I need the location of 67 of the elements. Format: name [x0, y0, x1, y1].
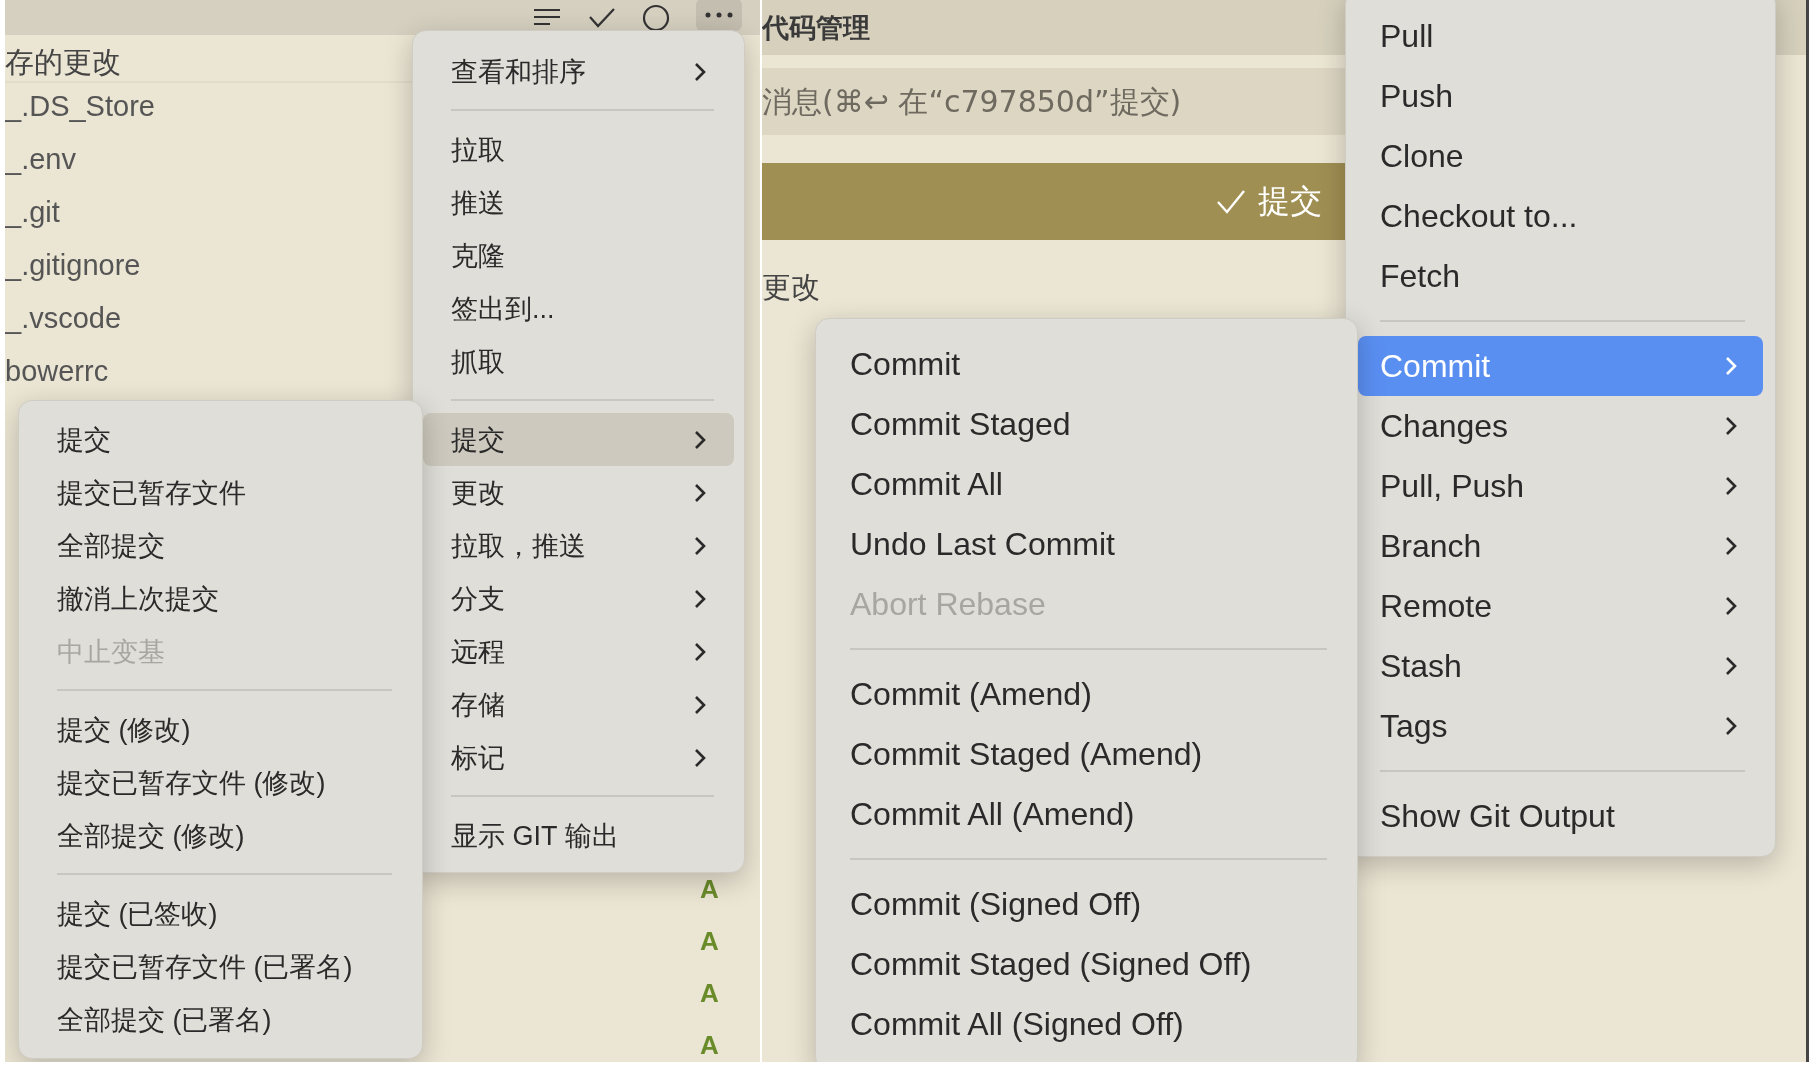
- menu-item[interactable]: Pull, Push: [1358, 456, 1763, 516]
- more-button[interactable]: [696, 0, 742, 31]
- menu-item[interactable]: Commit: [828, 334, 1345, 394]
- menu-item[interactable]: 拉取，推送: [423, 519, 734, 572]
- menu-item[interactable]: Commit All: [828, 454, 1345, 514]
- menu-item[interactable]: 拉取: [423, 123, 734, 176]
- menu-item[interactable]: Pull: [1358, 6, 1763, 66]
- menu-item[interactable]: 全部提交 (已署名): [29, 993, 412, 1046]
- chevron-right-icon: [694, 482, 706, 503]
- chevron-right-icon: [694, 535, 706, 556]
- menu-item[interactable]: 提交 (已签收): [29, 887, 412, 940]
- menu-item[interactable]: 提交已暂存文件 (已署名): [29, 940, 412, 993]
- menu-item[interactable]: 提交: [423, 413, 734, 466]
- more-icon: [704, 10, 734, 19]
- menu-item[interactable]: Commit Staged: [828, 394, 1345, 454]
- circle-icon[interactable]: [642, 3, 670, 32]
- menu-item[interactable]: 提交已暂存文件: [29, 466, 412, 519]
- section-title: 更改: [762, 270, 820, 305]
- chevron-right-icon: [694, 588, 706, 609]
- menu-item[interactable]: Commit (Amend): [828, 664, 1345, 724]
- menu-item[interactable]: 全部提交 (修改): [29, 809, 412, 862]
- menu-item[interactable]: 远程: [423, 625, 734, 678]
- chevron-right-icon: [694, 429, 706, 450]
- menu-item[interactable]: Commit All (Amend): [828, 784, 1345, 844]
- menu-item[interactable]: Commit (Signed Off): [828, 874, 1345, 934]
- chevron-right-icon: [1725, 596, 1737, 616]
- chevron-right-icon: [1725, 356, 1737, 376]
- menu-item[interactable]: Undo Last Commit: [828, 514, 1345, 574]
- chevron-right-icon: [1725, 536, 1737, 556]
- menu-item[interactable]: 推送: [423, 176, 734, 229]
- menu-item[interactable]: 抓取: [423, 335, 734, 388]
- menu-item[interactable]: Show Git Output: [1358, 786, 1763, 846]
- check-icon[interactable]: [588, 6, 616, 29]
- chevron-right-icon: [1725, 416, 1737, 436]
- menu-item[interactable]: 撤消上次提交: [29, 572, 412, 625]
- menu-item[interactable]: 签出到...: [423, 282, 734, 335]
- menu-item[interactable]: 提交已暂存文件 (修改): [29, 756, 412, 809]
- status-added: A: [700, 873, 720, 906]
- status-added: A: [700, 1029, 720, 1062]
- menu-item[interactable]: Branch: [1358, 516, 1763, 576]
- menu-item[interactable]: Changes: [1358, 396, 1763, 456]
- menu-item[interactable]: 提交: [29, 413, 412, 466]
- menu-item[interactable]: 提交 (修改): [29, 703, 412, 756]
- check-icon: [1216, 188, 1246, 215]
- chevron-right-icon: [1725, 476, 1737, 496]
- menu-item[interactable]: 更改: [423, 466, 734, 519]
- chevron-right-icon: [694, 61, 706, 82]
- menu-item[interactable]: 显示 GIT 输出: [423, 809, 734, 862]
- chevron-right-icon: [1725, 716, 1737, 736]
- menu-item[interactable]: Stash: [1358, 636, 1763, 696]
- status-added: A: [700, 977, 720, 1010]
- menu-item[interactable]: 全部提交: [29, 519, 412, 572]
- menu-item[interactable]: 分支: [423, 572, 734, 625]
- chevron-right-icon: [1725, 656, 1737, 676]
- chevron-right-icon: [694, 747, 706, 768]
- menu-item[interactable]: 标记: [423, 731, 734, 784]
- menu-item[interactable]: Tags: [1358, 696, 1763, 756]
- menu-item[interactable]: 克隆: [423, 229, 734, 282]
- menu-item[interactable]: Commit Staged (Signed Off): [828, 934, 1345, 994]
- chevron-right-icon: [694, 694, 706, 715]
- menu-item[interactable]: Commit Staged (Amend): [828, 724, 1345, 784]
- menu-item[interactable]: Remote: [1358, 576, 1763, 636]
- menu-item[interactable]: Commit All (Signed Off): [828, 994, 1345, 1054]
- menu-item[interactable]: 存储: [423, 678, 734, 731]
- status-added: A: [700, 925, 720, 958]
- menu-item[interactable]: Fetch: [1358, 246, 1763, 306]
- chevron-right-icon: [694, 641, 706, 662]
